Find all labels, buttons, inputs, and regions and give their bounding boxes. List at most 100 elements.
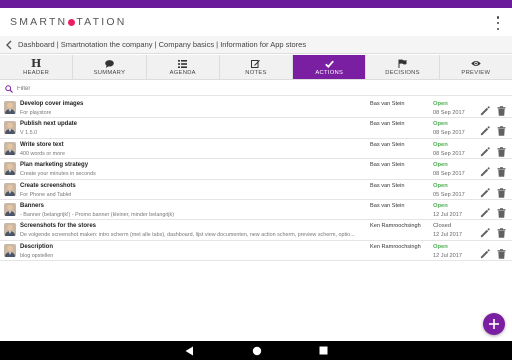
action-row[interactable]: Develop cover images For playstore Bas v… xyxy=(0,98,512,119)
tab-label: DECISIONS xyxy=(385,70,420,76)
action-description: V 1.5.0 xyxy=(20,130,38,137)
tab-label: HEADER xyxy=(23,70,50,76)
tab-label: ACTIONS xyxy=(315,70,344,76)
trash-icon[interactable] xyxy=(497,144,506,157)
action-row[interactable]: Plan marketing strategy Create your minu… xyxy=(0,159,512,180)
tab-decisions[interactable]: DECISIONS xyxy=(366,55,440,79)
avatar xyxy=(4,101,16,114)
edit-icon[interactable] xyxy=(480,123,490,136)
breadcrumb-text[interactable]: Dashboard | Smartnotation the company | … xyxy=(18,40,306,49)
action-row[interactable]: Banners - Banner (belangrijk!) - Promo b… xyxy=(0,200,512,221)
eye-icon xyxy=(471,58,481,69)
app-logo: SMARTN TATION xyxy=(10,16,126,28)
action-title: Screenshots for the stores xyxy=(20,223,97,230)
action-status: Open xyxy=(433,243,448,250)
app-bar: SMARTN TATION xyxy=(0,8,512,36)
trash-icon[interactable] xyxy=(497,246,506,259)
action-status: Open xyxy=(433,121,448,128)
tab-summary[interactable]: SUMMARY xyxy=(73,55,147,79)
tab-preview[interactable]: PREVIEW xyxy=(440,55,512,79)
edit-icon[interactable] xyxy=(480,144,490,156)
tab-label: PREVIEW xyxy=(461,70,491,76)
tab-agenda[interactable]: AGENDA xyxy=(147,55,220,79)
trash-icon[interactable] xyxy=(497,205,506,218)
tab-label: AGENDA xyxy=(169,70,196,76)
action-date: 12 Jul 2017 xyxy=(433,232,462,239)
action-list: Develop cover images For playstore Bas v… xyxy=(0,98,512,262)
action-date: 12 Jul 2017 xyxy=(433,252,462,259)
action-assignee: Bas van Stein xyxy=(370,202,405,209)
add-action-button[interactable] xyxy=(483,313,505,335)
status-bar xyxy=(0,0,512,8)
trash-icon[interactable] xyxy=(497,103,506,116)
action-status: Open xyxy=(433,162,448,169)
tab-actions[interactable]: ACTIONS xyxy=(293,55,367,79)
action-assignee: Bas van Stein xyxy=(370,101,405,107)
edit-icon xyxy=(251,58,261,69)
filter-bar xyxy=(0,82,512,96)
action-title: Write store text xyxy=(20,141,64,148)
filter-input[interactable] xyxy=(17,85,497,92)
action-description: - Banner (belangrijk!) - Promo banner (k… xyxy=(20,211,174,218)
trash-icon[interactable] xyxy=(497,225,506,239)
action-status: Open xyxy=(433,182,448,189)
action-row[interactable]: Create screenshots For Phone and Tablet … xyxy=(0,180,512,200)
home-circle-icon[interactable] xyxy=(251,345,262,356)
action-description: 400 words or more xyxy=(20,150,65,157)
avatar xyxy=(4,182,16,196)
tab-notes[interactable]: NOTES xyxy=(220,55,294,79)
list-icon xyxy=(178,58,188,69)
flag-icon xyxy=(398,58,407,69)
chat-icon xyxy=(105,58,114,69)
avatar xyxy=(4,223,16,237)
edit-icon[interactable] xyxy=(480,164,490,177)
action-status: Open xyxy=(433,101,448,107)
action-assignee: Bas van Stein xyxy=(370,121,405,128)
search-icon xyxy=(4,84,14,94)
action-status: Open xyxy=(433,202,448,209)
action-row[interactable]: Publish next update V 1.5.0 Bas van Stei… xyxy=(0,118,512,139)
edit-icon[interactable] xyxy=(480,103,490,116)
edit-icon[interactable] xyxy=(480,225,490,238)
edit-icon[interactable] xyxy=(480,185,490,197)
action-title: Publish next update xyxy=(20,121,78,128)
edit-icon[interactable] xyxy=(480,205,490,218)
check-icon xyxy=(324,58,334,69)
trash-icon[interactable] xyxy=(497,123,506,137)
tab-label: SUMMARY xyxy=(93,70,126,76)
avatar xyxy=(4,121,16,135)
action-date: 12 Jul 2017 xyxy=(433,211,462,218)
action-description: Create your minutes in seconds xyxy=(20,171,96,178)
system-nav-bar xyxy=(0,341,512,360)
breadcrumb: Dashboard | Smartnotation the company | … xyxy=(0,36,512,54)
logo-text-right: TATION xyxy=(76,16,127,28)
edit-icon[interactable] xyxy=(480,246,490,258)
back-triangle-icon[interactable] xyxy=(184,345,195,356)
action-title: Develop cover images xyxy=(20,101,84,107)
action-assignee: Bas van Stein xyxy=(370,162,405,169)
action-date: 08 Sep 2017 xyxy=(433,130,465,137)
action-title: Create screenshots xyxy=(20,182,76,189)
action-row[interactable]: Description blog opstellen Ken Ramroochs… xyxy=(0,241,512,262)
logo-dot xyxy=(68,18,76,26)
header-icon: H xyxy=(30,57,42,70)
action-status: Open xyxy=(433,141,448,148)
action-row[interactable]: Screenshots for the stores De volgende s… xyxy=(0,220,512,241)
action-row[interactable]: Write store text 400 words or more Bas v… xyxy=(0,139,512,160)
action-date: 08 Sep 2017 xyxy=(433,171,465,178)
back-arrow-icon[interactable] xyxy=(0,36,18,54)
action-description: For Phone and Tablet xyxy=(20,191,72,198)
avatar xyxy=(4,202,16,216)
action-assignee: Bas van Stein xyxy=(370,182,405,189)
trash-icon[interactable] xyxy=(497,164,506,177)
recents-square-icon[interactable] xyxy=(318,345,329,356)
action-description: De volgende screenshot maken: intro sche… xyxy=(20,232,355,239)
action-assignee: Ken Ramroochsingh xyxy=(370,243,421,250)
avatar xyxy=(4,141,16,155)
overflow-menu-icon[interactable] xyxy=(494,16,502,30)
action-date: 05 Sep 2017 xyxy=(433,191,465,198)
trash-icon[interactable] xyxy=(497,185,506,198)
action-date: 08 Sep 2017 xyxy=(433,110,465,116)
avatar xyxy=(4,243,16,257)
tab-header[interactable]: H HEADER xyxy=(0,55,74,79)
